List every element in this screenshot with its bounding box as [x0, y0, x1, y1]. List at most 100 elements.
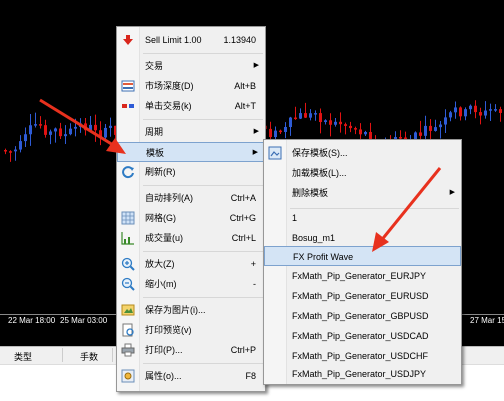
candle-body — [94, 124, 97, 131]
candle-body — [49, 131, 52, 135]
template-item[interactable]: Bosug_m1 — [264, 228, 461, 248]
menu-item-zoom-in[interactable]: 放大(Z) + — [117, 254, 265, 274]
candle-body — [274, 130, 277, 138]
menu-item-properties[interactable]: 属性(o)... F8 — [117, 366, 265, 386]
candle-body — [439, 124, 442, 128]
candle-body — [19, 141, 22, 150]
separator — [143, 297, 263, 298]
candle-body — [339, 121, 342, 125]
candle-body — [299, 113, 302, 119]
candle-body — [344, 124, 347, 126]
chart-context-menu: Sell Limit 1.00 1.13940 交易 ▶ 市场深度(D) Alt… — [116, 26, 266, 392]
submenu-arrow-icon: ▶ — [252, 149, 258, 156]
candle-body — [289, 117, 292, 127]
template-item[interactable]: FxMath_Pip_Generator_USDCAD — [264, 326, 461, 346]
save-picture-icon — [121, 304, 135, 316]
separator — [143, 251, 263, 252]
volumes-icon — [121, 232, 134, 245]
candle-body — [79, 123, 82, 127]
candle-body — [319, 113, 322, 123]
candle-body — [109, 125, 112, 128]
candle-body — [434, 127, 437, 131]
template-submenu: 保存模板(S)... 加载模板(L)... 删除模板 ▶ 1 Bosug_m1 … — [263, 139, 462, 385]
time-label: 22 Mar 18:00 — [8, 316, 56, 325]
template-item[interactable]: 1 — [264, 208, 461, 228]
candle-body — [304, 113, 307, 118]
candle-body — [34, 124, 37, 126]
candle-body — [499, 109, 502, 113]
candle-body — [429, 125, 432, 131]
candle-body — [459, 107, 462, 117]
candle-body — [84, 123, 87, 131]
candle-body — [489, 109, 492, 111]
candle-body — [29, 125, 32, 135]
separator — [143, 53, 263, 54]
candle-body — [484, 110, 487, 116]
menu-item-print-preview[interactable]: 打印预览(v) — [117, 320, 265, 340]
sell-arrow-icon — [123, 35, 133, 45]
menu-item-grid[interactable]: 网格(G) Ctrl+G — [117, 208, 265, 228]
menu-item-trade[interactable]: 交易 ▶ — [117, 56, 265, 76]
candle-body — [284, 126, 287, 132]
menu-item-auto-arrange[interactable]: 自动排列(A) Ctrl+A — [117, 188, 265, 208]
candle-body — [314, 113, 317, 115]
template-item[interactable]: FxMath_Pip_Generator_USDCHF — [264, 346, 461, 366]
menu-item-save-template[interactable]: 保存模板(S)... — [264, 143, 461, 163]
template-item[interactable]: FxMath_Pip_Generator_USDJPY — [264, 364, 461, 384]
market-depth-icon — [121, 80, 135, 92]
template-item-fx-profit-wave[interactable]: FX Profit Wave — [264, 246, 461, 266]
candle-body — [449, 112, 452, 118]
menu-item-save-as-picture[interactable]: 保存为图片(i)... — [117, 300, 265, 320]
template-item[interactable]: FxMath_Pip_Generator_EURJPY — [264, 266, 461, 286]
menu-item-volumes[interactable]: 成交量(u) Ctrl+L — [117, 228, 265, 248]
submenu-arrow-icon: ▶ — [253, 128, 259, 135]
column-separator — [112, 348, 113, 362]
separator — [143, 363, 263, 364]
type-column-header[interactable]: 类型 — [14, 350, 32, 363]
candle-body — [329, 120, 332, 125]
menu-item-template[interactable]: 模板 ▶ — [117, 142, 265, 162]
menu-item-sell-limit[interactable]: Sell Limit 1.00 1.13940 — [117, 30, 265, 50]
separator — [143, 185, 263, 186]
candle-body — [454, 107, 457, 113]
candle-body — [349, 125, 352, 129]
menu-item-period[interactable]: 周期 ▶ — [117, 122, 265, 142]
zoom-out-icon — [121, 277, 135, 291]
candle-body — [294, 117, 297, 120]
candle-body — [334, 121, 337, 125]
menu-item-market-depth[interactable]: 市场深度(D) Alt+B — [117, 76, 265, 96]
menu-item-load-template[interactable]: 加载模板(L)... — [264, 163, 461, 183]
candle-body — [269, 128, 272, 138]
column-separator — [62, 348, 63, 362]
menu-item-print[interactable]: 打印(P)... Ctrl+P — [117, 340, 265, 360]
candle-body — [24, 134, 27, 142]
print-preview-icon — [122, 323, 134, 337]
menu-item-delete-template[interactable]: 删除模板 ▶ — [264, 183, 461, 203]
candle-body — [444, 117, 447, 125]
candle-body — [354, 128, 357, 130]
zoom-in-icon — [121, 257, 135, 271]
candle-body — [469, 105, 472, 110]
candle-body — [479, 112, 482, 116]
candle-body — [9, 151, 12, 153]
candle-body — [69, 128, 72, 135]
candle-body — [309, 113, 312, 118]
printer-icon — [121, 343, 135, 357]
refresh-icon — [122, 166, 134, 179]
candle-body — [464, 109, 467, 117]
save-template-icon — [268, 146, 282, 160]
template-item[interactable]: FxMath_Pip_Generator_GBPUSD — [264, 306, 461, 326]
candle-body — [44, 125, 47, 135]
candle-body — [419, 132, 422, 136]
candle-body — [64, 134, 67, 137]
one-click-trading-icon — [122, 104, 134, 108]
separator — [143, 119, 263, 120]
candle-body — [39, 124, 42, 126]
menu-item-zoom-out[interactable]: 缩小(m) - — [117, 274, 265, 294]
submenu-arrow-icon: ▶ — [253, 62, 259, 69]
properties-icon — [121, 369, 135, 383]
template-item[interactable]: FxMath_Pip_Generator_EURUSD — [264, 286, 461, 306]
menu-item-refresh[interactable]: 刷新(R) — [117, 162, 265, 182]
menu-item-one-click-trading[interactable]: 单击交易(k) Alt+T — [117, 96, 265, 116]
lots-column-header[interactable]: 手数 — [80, 350, 98, 363]
